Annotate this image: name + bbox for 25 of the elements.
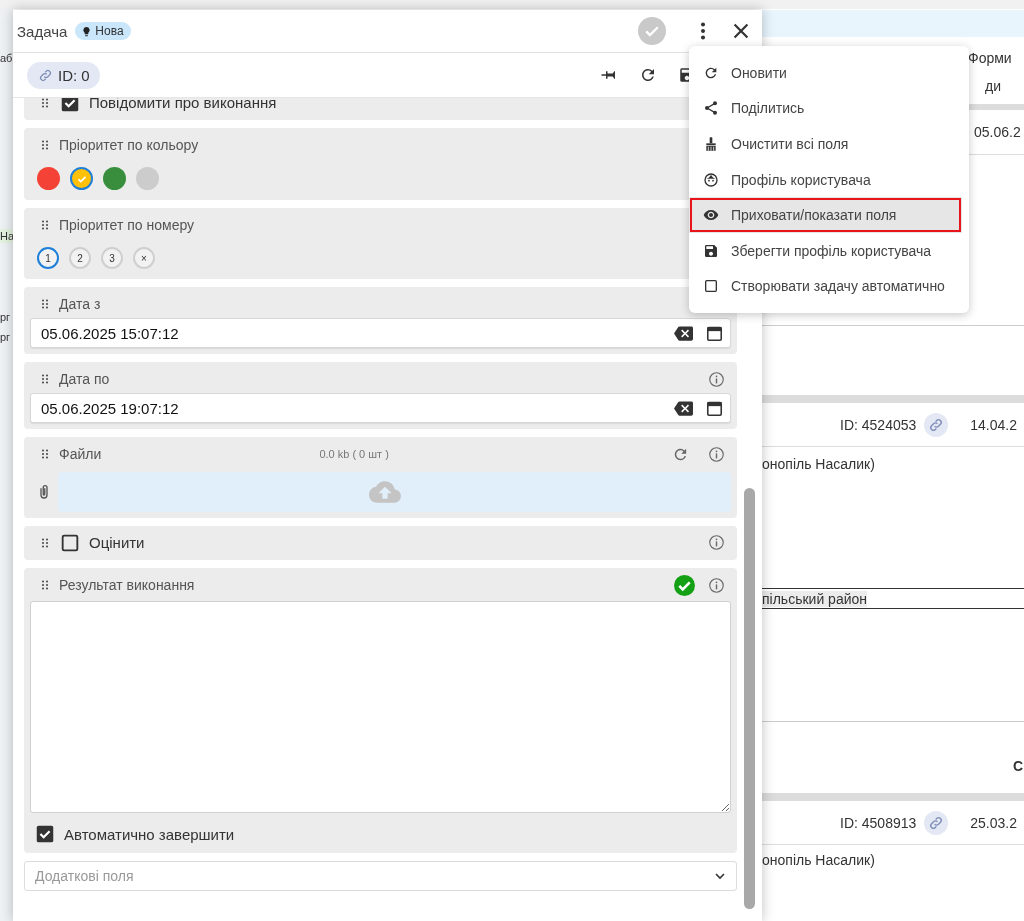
dialog-title: Задача [17,22,68,40]
column-header: ди [985,78,1001,94]
status-text: Нова [95,24,124,38]
file-summary: 0.0 kb ( 0 шт ) [318,448,390,460]
cell-text: рг [0,330,12,344]
date-text: 14.04.2 [970,416,1017,433]
field-label: Файли [59,446,102,462]
district-text: пільський район [762,590,867,607]
field-label: Дата по [59,371,110,387]
cell-text: С [1013,758,1024,774]
checkbox-label: Автоматично завершити [64,825,235,843]
field-label: Дата з [59,296,101,312]
address-text: онопіль Насалик) [762,456,875,472]
field-label: Пріоритет по номеру [59,217,195,233]
record-id: ID: 4508913 [840,814,917,831]
date-text: 05.06.2 [974,124,1021,140]
address-text: онопіль Насалик) [762,852,875,868]
cell-text: рг [0,310,12,324]
field-label: Пріоритет по кольору [59,137,199,153]
cell-text: аб [0,51,13,65]
field-label: Результат виконання [59,577,195,593]
checkbox-label: Оцінити [89,534,145,551]
record-id: ID: 4524053 [840,416,917,433]
column-header: Форми [968,49,1012,66]
date-text: 25.03.2 [970,814,1017,831]
